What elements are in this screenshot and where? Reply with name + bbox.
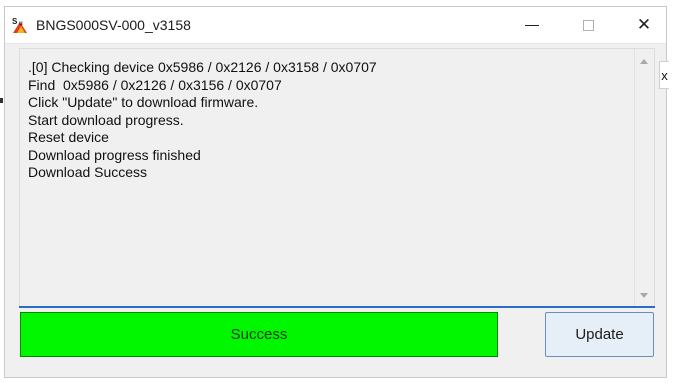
log-focus-underline	[19, 306, 655, 308]
maximize-button[interactable]	[565, 7, 611, 43]
log-line: Find 0x5986 / 0x2126 / 0x3156 / 0x0707	[28, 76, 282, 93]
maximize-icon	[582, 19, 594, 31]
log-lines: .[0] Checking device 0x5986 / 0x2126 / 0…	[28, 59, 377, 182]
edge-artifact	[0, 98, 3, 103]
window-title: BNGS000SV-000_v3158	[36, 17, 191, 33]
close-button[interactable]: ✕	[621, 7, 667, 43]
title-bar[interactable]: S u BNGS000SV-000_v3158 ✕	[5, 7, 666, 44]
update-button[interactable]: Update	[545, 312, 654, 357]
status-text: Success	[230, 326, 288, 343]
log-line: Reset device	[28, 129, 109, 145]
log-output[interactable]: .[0] Checking device 0x5986 / 0x2126 / 0…	[19, 48, 655, 308]
log-line: Start download progress.	[28, 111, 184, 128]
log-line: Download Success	[28, 164, 148, 180]
side-close-label: x	[661, 67, 668, 83]
scroll-up-arrow-icon[interactable]	[640, 59, 648, 64]
minimize-button[interactable]	[509, 7, 555, 43]
svg-text:S: S	[12, 17, 18, 26]
scroll-down-arrow-icon[interactable]	[640, 293, 648, 298]
update-button-label: Update	[575, 326, 624, 343]
close-icon: ✕	[636, 15, 652, 34]
log-line: Click "Update" to download firmware.	[28, 94, 259, 110]
minimize-icon	[525, 24, 539, 26]
app-logo-icon: S u	[11, 16, 29, 34]
status-bar: Success	[20, 312, 498, 357]
svg-text:u: u	[19, 21, 23, 27]
log-line: .[0] Checking device 0x5986 / 0x2126 / 0…	[28, 59, 377, 75]
side-close-tab[interactable]: x	[659, 61, 669, 89]
vertical-scrollbar[interactable]	[634, 49, 654, 307]
log-line: Download progress finished	[28, 146, 201, 163]
